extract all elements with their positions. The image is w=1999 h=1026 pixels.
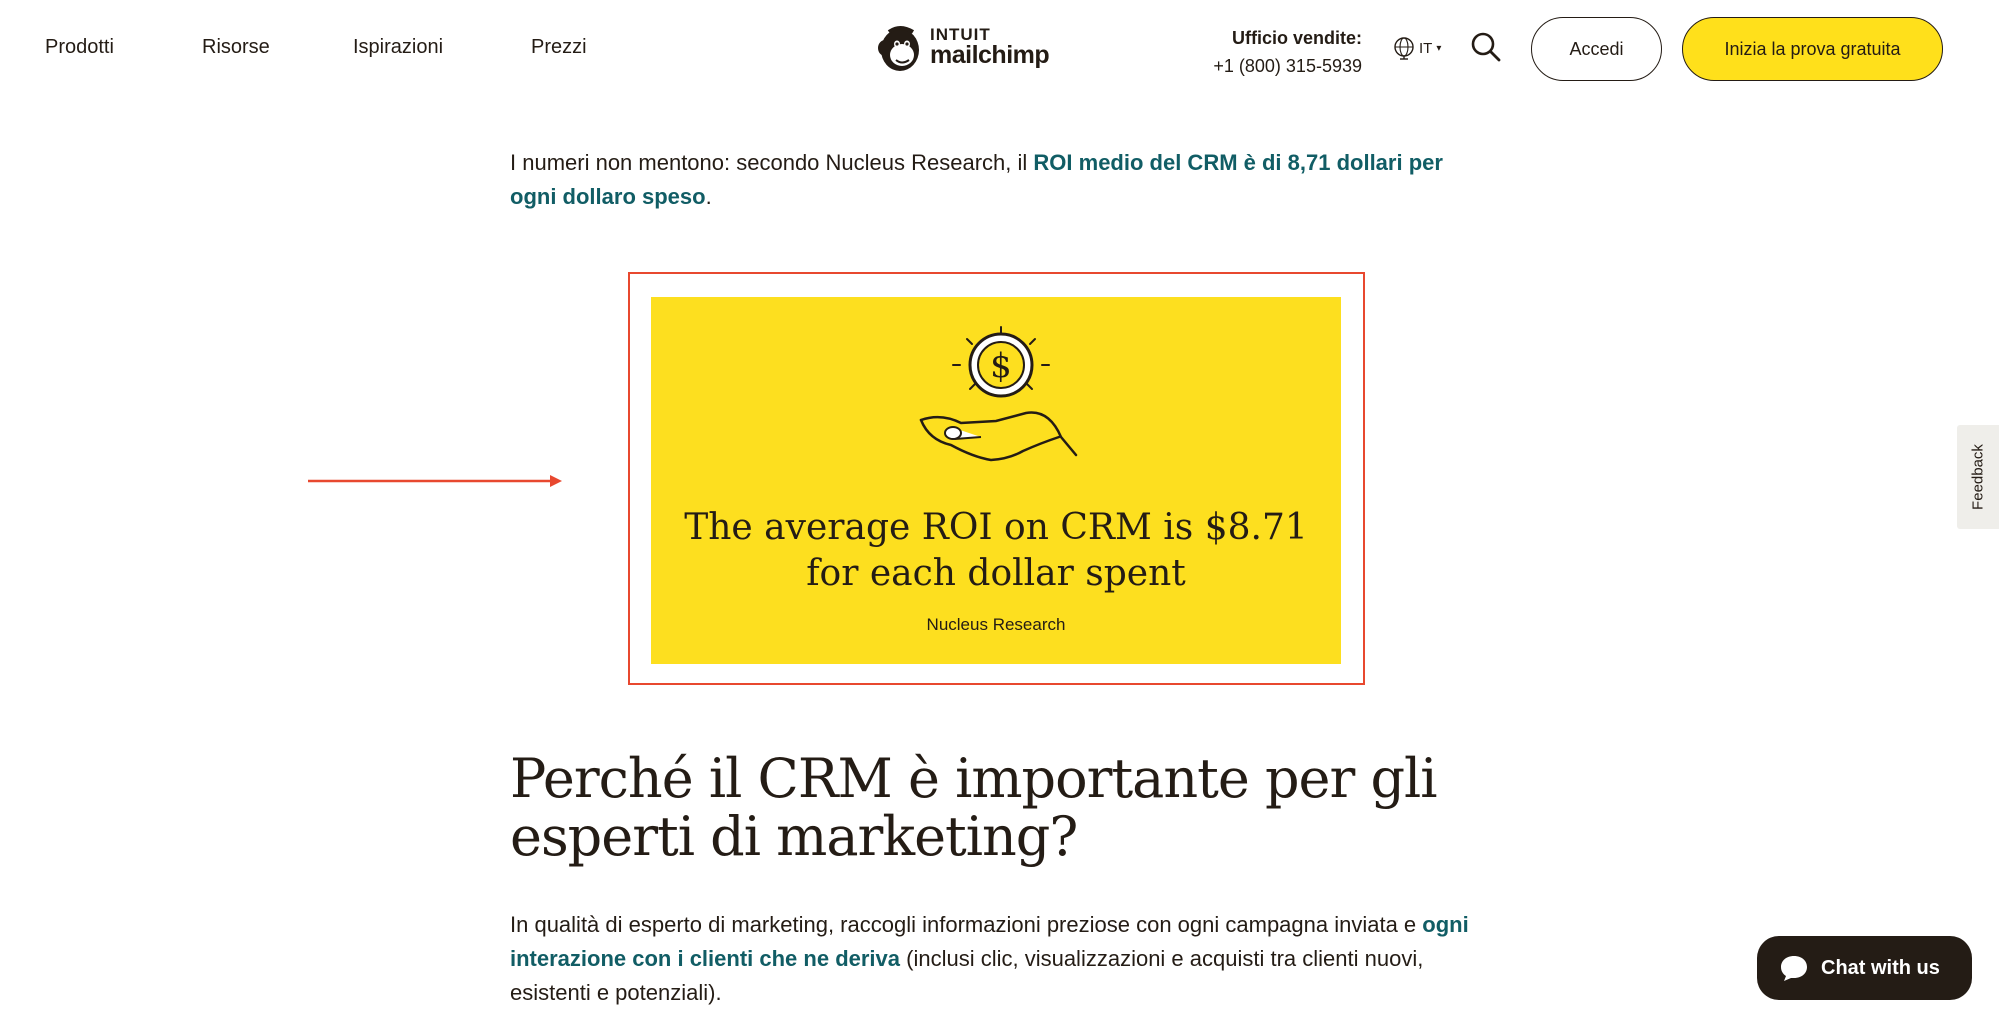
sales-phone[interactable]: +1 (800) 315-5939 — [1180, 52, 1362, 80]
body-paragraph: In qualità di esperto di marketing, racc… — [510, 908, 1480, 1010]
infographic-headline: The average ROI on CRM is $8.71 for each… — [651, 505, 1341, 597]
section-heading: Perché il CRM è importante per gli esper… — [510, 747, 1438, 868]
logo-mailchimp: mailchimp — [930, 41, 1050, 69]
svg-text:$: $ — [990, 346, 1012, 386]
nav-prodotti[interactable]: Prodotti — [45, 36, 114, 59]
mailchimp-freddie-icon — [878, 26, 919, 71]
mailchimp-logo[interactable]: INTUIT mailchimp — [875, 22, 1055, 76]
headline-line-2: for each dollar spent — [806, 553, 1186, 594]
intro-text: I numeri non mentono: secondo Nucleus Re… — [510, 150, 1034, 175]
chat-bubble-icon — [1781, 956, 1807, 981]
infographic-source: Nucleus Research — [926, 615, 1066, 634]
headline-line-1: The average ROI on CRM is $8.71 — [684, 507, 1308, 548]
feedback-label: Feedback — [1969, 444, 1987, 510]
sales-title: Ufficio vendite: — [1231, 28, 1362, 48]
search-icon[interactable] — [1470, 31, 1502, 63]
nav-ispirazioni[interactable]: Ispirazioni — [353, 36, 443, 59]
nav-prezzi[interactable]: Prezzi — [531, 36, 587, 59]
language-selector[interactable]: IT ▾ — [1393, 34, 1441, 62]
login-button[interactable]: Accedi — [1531, 17, 1662, 81]
site-header: Prodotti Risorse Ispirazioni Prezzi INTU… — [0, 0, 1999, 100]
intro-text-end: . — [705, 184, 712, 209]
free-trial-button[interactable]: Inizia la prova gratuita — [1682, 17, 1943, 81]
roi-infographic: $ The average ROI on CRM is $8.71 for ea… — [651, 297, 1341, 664]
annotation-arrow — [308, 475, 562, 487]
chat-label: Chat with us — [1821, 956, 1940, 979]
chat-button[interactable]: Chat with us — [1757, 936, 1972, 1000]
body-text: In qualità di esperto di marketing, racc… — [510, 912, 1423, 937]
sales-contact: Ufficio vendite: +1 (800) 315-5939 — [1180, 24, 1362, 80]
globe-icon — [1394, 37, 1414, 60]
feedback-tab[interactable]: Feedback — [1957, 425, 1999, 529]
language-code: IT — [1419, 39, 1433, 57]
nav-risorse[interactable]: Risorse — [202, 36, 270, 59]
hand-holding-coin-icon: $ — [919, 326, 1078, 462]
chevron-down-icon: ▾ — [1436, 42, 1442, 54]
intro-paragraph: I numeri non mentono: secondo Nucleus Re… — [510, 146, 1480, 214]
